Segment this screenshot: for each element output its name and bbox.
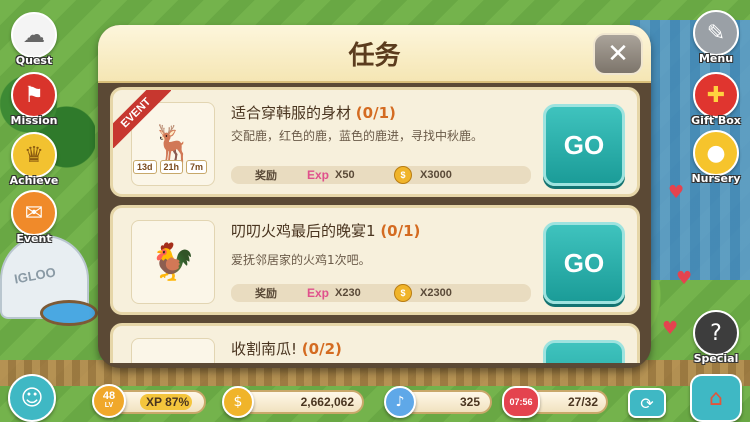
home-button[interactable]: ⌂ (690, 374, 742, 422)
task-description: 交配鹿，红色的鹿，蓝色的鹿进，寻找中秋鹿。 (231, 129, 484, 143)
reward-bar: 奖励 Exp X50 $ X3000 (231, 166, 531, 184)
coin-count: 2,662,062 (300, 395, 354, 409)
coin-icon: $ (394, 284, 413, 302)
nursery-button[interactable]: ● Nursery (688, 130, 744, 185)
reward-label: 奖励 (255, 288, 277, 300)
task-thumbnail: 🐓 (131, 220, 215, 304)
exp-value: X50 (335, 169, 355, 181)
heart-decoration: ♥ (676, 268, 693, 289)
task-card: 🐓 叨叨火鸡最后的晚宴1 (0/1) 爱抚邻居家的火鸡1次吧。 奖励 Exp X… (110, 205, 640, 315)
house-icon: ⌂ (709, 385, 723, 411)
event-timer: 13d 21h 7m (133, 160, 208, 174)
task-title: 叨叨火鸡最后的晚宴1 (0/1) (231, 222, 421, 240)
close-button[interactable]: ✕ (593, 33, 643, 75)
coin-icon: $ (394, 166, 413, 184)
reward-bar: 奖励 Exp X230 $ X2300 (231, 284, 531, 302)
task-thumbnail: ● (131, 338, 215, 363)
flag-icon: ⚑ (11, 72, 57, 118)
event-button[interactable]: ✉ Event (6, 190, 62, 245)
task-card: ● 收割南瓜! (0/2) (110, 323, 640, 363)
gift-event-icon: ✉ (11, 190, 57, 236)
task-card: 🦌 EVENT 13d 21h 7m 适合穿韩服的身材 (0/1) 交配鹿，红色… (110, 87, 640, 197)
exp-icon: Exp (307, 286, 330, 300)
exp-value: X230 (335, 287, 361, 299)
modal-header: 任务 ✕ (98, 25, 651, 83)
energy-count: 27/32 (567, 395, 598, 409)
pumpkin-icon: ● (157, 360, 188, 364)
modal-title: 任务 (348, 41, 401, 71)
heart-decoration: ♥ (668, 182, 685, 203)
egg-icon: ● (693, 130, 739, 176)
task-list[interactable]: 🦌 EVENT 13d 21h 7m 适合穿韩服的身材 (0/1) 交配鹿，红色… (110, 87, 640, 363)
trophy-icon: ♛ (11, 132, 57, 178)
go-button[interactable] (543, 340, 625, 363)
refresh-icon: ⟳ (640, 393, 654, 413)
task-modal: 任务 ✕ 🦌 EVENT 13d 21h 7m 适合穿韩服的身材 (0/1) 交… (98, 25, 651, 368)
refresh-button[interactable]: ⟳ (628, 388, 666, 418)
go-button[interactable]: GO (543, 222, 625, 304)
coin-icon: $ (222, 386, 254, 418)
gift-box-icon: ✚ (693, 72, 739, 118)
level-badge: 48 LV (92, 384, 126, 418)
menu-button[interactable]: ✎ Menu (688, 10, 744, 65)
quest-button[interactable]: ☁ Quest (6, 12, 62, 67)
bell-icon: ♪ (384, 386, 416, 418)
status-bar: ☺ XP 87% 48 LV 2,662,062 $ 325 ♪ 27/32 0… (0, 374, 750, 422)
task-progress: (0/1) (355, 104, 396, 122)
exp-icon: Exp (307, 168, 330, 182)
pond-decoration (40, 300, 98, 326)
heart-timer: 07:56 (502, 386, 540, 418)
friends-button[interactable]: ☺ (8, 374, 56, 422)
mission-button[interactable]: ⚑ Mission (6, 72, 62, 127)
coin-value: X2300 (420, 287, 452, 299)
gem-count: 325 (459, 395, 480, 409)
xp-text: XP 87% (146, 395, 190, 409)
special-button[interactable]: ? Special (688, 310, 744, 365)
turkey-icon: 🐓 (150, 242, 196, 283)
sheep-icon: ☁ (11, 12, 57, 58)
task-progress: (0/1) (380, 222, 421, 240)
achieve-button[interactable]: ♛ Achieve (6, 132, 62, 187)
person-icon: ☺ (20, 385, 44, 411)
question-icon: ? (693, 310, 739, 356)
heart-decoration: ♥ (662, 318, 679, 339)
task-progress: (0/2) (301, 340, 342, 358)
reward-label: 奖励 (255, 170, 277, 182)
task-title: 收割南瓜! (0/2) (231, 340, 342, 358)
event-ribbon: EVENT (113, 90, 171, 148)
coin-value: X3000 (420, 169, 452, 181)
go-button[interactable]: GO (543, 104, 625, 186)
task-description: 爱抚邻居家的火鸡1次吧。 (231, 253, 371, 267)
wrench-icon: ✎ (693, 10, 739, 56)
gift-box-button[interactable]: ✚ Gift Box (688, 72, 744, 127)
task-title: 适合穿韩服的身材 (0/1) (231, 104, 396, 122)
